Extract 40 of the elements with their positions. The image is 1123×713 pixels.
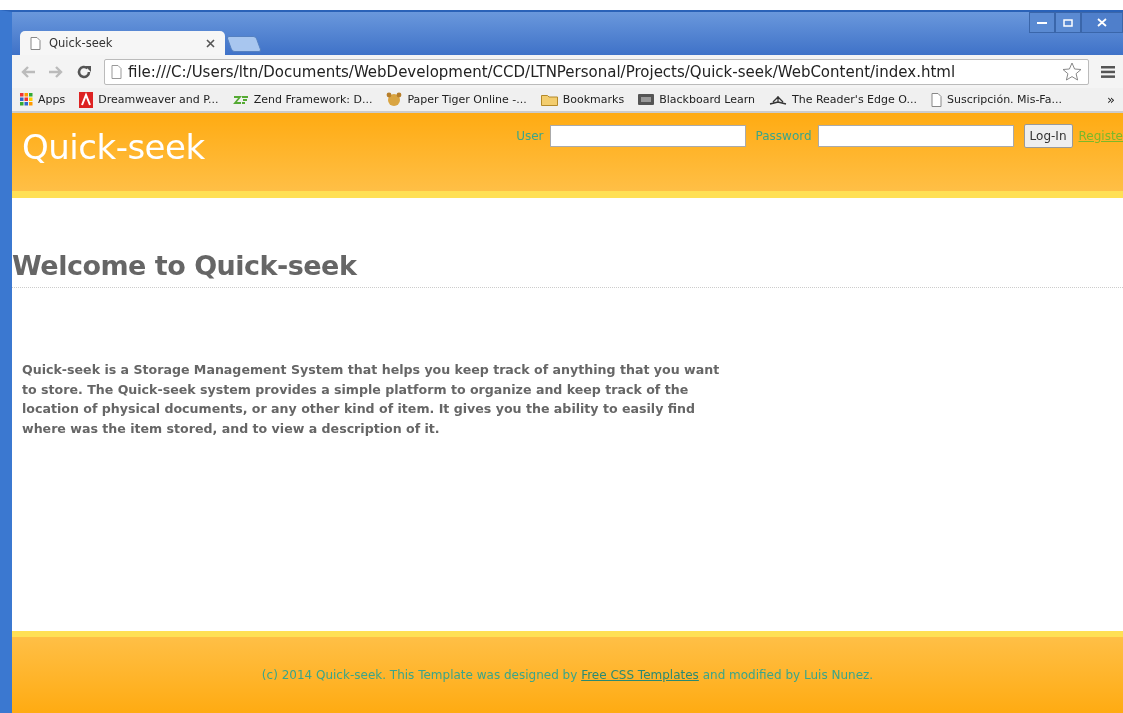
bookmark-item[interactable]: Blackboard Learn (638, 93, 755, 106)
bookmark-item[interactable]: Paper Tiger Online -... (386, 92, 527, 107)
page-icon (931, 92, 942, 107)
bookmark-item[interactable]: Dreamweaver and P... (79, 91, 219, 108)
page-icon (30, 36, 41, 50)
login-button[interactable]: Log-In (1023, 124, 1073, 148)
bookmark-item[interactable]: Apps (20, 93, 66, 106)
logo-icon (232, 94, 249, 105)
footer-text: (c) 2014 Quick-seek. This Template was designed by Free CSS Templates and modified by Luis Nunez. (261, 668, 874, 682)
book-icon (769, 93, 787, 106)
bookmark-item[interactable]: Bookmarks (540, 93, 625, 106)
close-icon (1097, 18, 1107, 27)
browser-tab[interactable]: Quick-seek (20, 31, 225, 55)
menu-icon[interactable] (1101, 65, 1115, 78)
bookmark-item[interactable]: Suscripción. Mis-Fa... (931, 92, 1062, 107)
bookmark-item[interactable]: The Reader's Edge O... (769, 93, 917, 106)
reload-icon[interactable] (76, 63, 92, 80)
close-button[interactable] (1081, 12, 1123, 33)
close-icon[interactable] (206, 38, 215, 48)
logo-icon (79, 91, 94, 108)
grid-icon (20, 93, 33, 106)
address-bar[interactable]: file:///C:/Users/ltn/Documents/WebDevelopment/CCD/LTNPersonal/Projects/Quick-seek/WebContent/index.html (104, 58, 1089, 85)
folder-icon (540, 93, 558, 106)
maximize-icon (1063, 18, 1073, 27)
star-icon[interactable] (1062, 62, 1082, 81)
bookmark-item[interactable]: Zend Framework: D... (232, 93, 373, 106)
new-tab-button[interactable] (226, 36, 262, 52)
logo-icon (638, 94, 655, 105)
password-field[interactable] (817, 125, 1014, 147)
user-field[interactable] (549, 125, 746, 147)
user-label: User (516, 129, 544, 143)
page-icon (111, 64, 122, 79)
password-label: Password (755, 129, 812, 143)
site-title: Quick-seek (22, 127, 205, 167)
maximize-button[interactable] (1055, 12, 1081, 33)
intro-paragraph: Quick-seek is a Storage Management System that helps you keep track of anything that you want to store. The Quick-seek system provides a simple platform to organize and keep track of the location of physical documents, or any other kind of item. It gives you the ability to easily find where was the item stored, and to view a description of it. (22, 361, 721, 438)
tiger-icon (386, 92, 403, 107)
page-heading: Welcome to Quick-seek (12, 250, 1123, 288)
minimize-button[interactable] (1029, 12, 1055, 33)
more-bookmarks[interactable]: » (1107, 92, 1115, 107)
